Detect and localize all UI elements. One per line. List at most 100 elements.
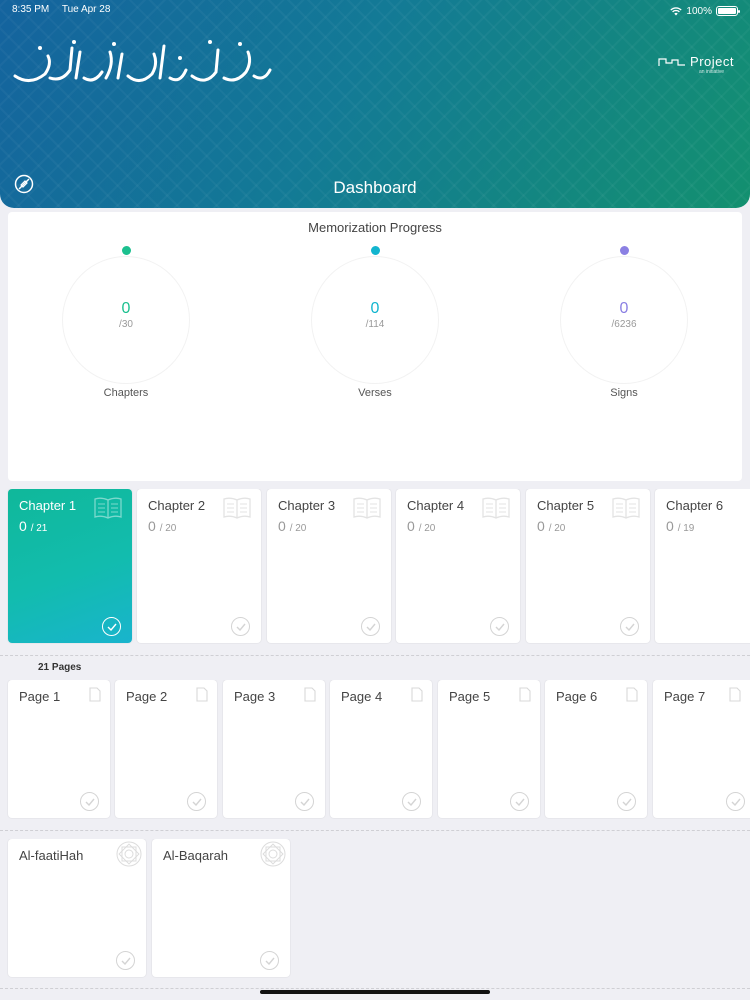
page-icon bbox=[519, 687, 531, 707]
surah-label: Al-Baqarah bbox=[163, 848, 229, 863]
status-bar: 8:35 PM Tue Apr 28 100% bbox=[12, 4, 740, 18]
verses-indicator-dot bbox=[371, 246, 380, 255]
open-book-icon bbox=[222, 496, 252, 525]
project-logo: Project an initiative bbox=[658, 54, 734, 75]
page-label: Page 1 bbox=[19, 689, 61, 704]
page-label: Page 2 bbox=[126, 689, 168, 704]
complete-check-icon[interactable] bbox=[231, 617, 250, 636]
page-label: Page 5 bbox=[449, 689, 491, 704]
status-date: Tue Apr 28 bbox=[61, 4, 111, 15]
page-card-3[interactable]: Page 3 bbox=[223, 680, 325, 818]
page-icon bbox=[89, 687, 101, 707]
dashboard-header: 8:35 PM Tue Apr 28 100% Project an initi… bbox=[0, 0, 750, 208]
chapter-card-1[interactable]: Chapter 1 0 / 21 bbox=[8, 489, 132, 643]
logo-mark-icon bbox=[658, 57, 686, 66]
chapter-label: Chapter 4 bbox=[407, 498, 465, 513]
progress-title: Memorization Progress bbox=[308, 220, 442, 235]
arabic-calligraphy-icon bbox=[13, 40, 272, 82]
status-time: 8:35 PM bbox=[12, 4, 50, 15]
logo-text: Project bbox=[690, 54, 734, 69]
complete-check-icon[interactable] bbox=[80, 792, 99, 811]
chapter-card-6[interactable]: Chapter 6 0 / 19 bbox=[655, 489, 750, 643]
open-book-icon bbox=[481, 496, 511, 525]
verses-count: 0 bbox=[370, 300, 380, 317]
signs-indicator-dot bbox=[620, 246, 629, 255]
page-title: Dashboard bbox=[333, 178, 417, 197]
battery-percent: 100% bbox=[686, 5, 712, 17]
page-icon bbox=[304, 687, 316, 707]
chapters-count: 0 bbox=[121, 300, 131, 317]
chapters-label: Chapters bbox=[103, 387, 149, 399]
ornament-icon bbox=[258, 839, 288, 874]
signs-label: Signs bbox=[610, 387, 638, 399]
page-card-1[interactable]: Page 1 bbox=[8, 680, 110, 818]
stat-verses: 0 /114 Verses bbox=[295, 242, 455, 402]
memorization-progress-panel: Memorization Progress 0 /30 Chapters 0 /… bbox=[8, 212, 742, 481]
page-card-5[interactable]: Page 5 bbox=[438, 680, 540, 818]
page-card-6[interactable]: Page 6 bbox=[545, 680, 647, 818]
chapter-card-3[interactable]: Chapter 3 0 / 20 bbox=[267, 489, 391, 643]
chapter-label: Chapter 2 bbox=[148, 498, 206, 513]
complete-check-icon[interactable] bbox=[510, 792, 529, 811]
complete-check-icon[interactable] bbox=[620, 617, 639, 636]
signs-count: 0 bbox=[619, 300, 629, 317]
section-divider bbox=[0, 988, 750, 989]
chapter-label: Chapter 5 bbox=[537, 498, 595, 513]
open-book-icon bbox=[352, 496, 382, 525]
ornament-icon bbox=[114, 839, 144, 874]
surahs-row: Al-faatiHah Al-Baqarah bbox=[0, 839, 750, 979]
page-card-2[interactable]: Page 2 bbox=[115, 680, 217, 818]
page-icon bbox=[411, 687, 423, 707]
chapter-card-5[interactable]: Chapter 5 0 / 20 bbox=[526, 489, 650, 643]
pages-row: Page 1 Page 2 Page 3 Page 4 Page 5 Page … bbox=[0, 680, 750, 820]
surah-label: Al-faatiHah bbox=[19, 848, 84, 863]
chapter-progress: 0 / 20 bbox=[278, 518, 307, 534]
complete-check-icon[interactable] bbox=[361, 617, 380, 636]
chapter-progress: 0 / 21 bbox=[19, 518, 48, 534]
chapters-total: /30 bbox=[119, 319, 133, 330]
chapters-indicator-dot bbox=[122, 246, 131, 255]
home-indicator[interactable] bbox=[260, 990, 490, 994]
stat-signs: 0 /6236 Signs bbox=[544, 242, 704, 402]
signs-total: /6236 bbox=[611, 319, 637, 330]
complete-check-icon[interactable] bbox=[402, 792, 421, 811]
stat-chapters: 0 /30 Chapters bbox=[46, 242, 206, 402]
chapter-progress: 0 / 19 bbox=[666, 518, 695, 534]
complete-check-icon[interactable] bbox=[116, 951, 135, 970]
complete-check-icon[interactable] bbox=[102, 617, 121, 636]
complete-check-icon[interactable] bbox=[617, 792, 636, 811]
chapter-card-2[interactable]: Chapter 2 0 / 20 bbox=[137, 489, 261, 643]
pages-heading: 21 Pages bbox=[38, 662, 82, 673]
page-card-4[interactable]: Page 4 bbox=[330, 680, 432, 818]
chapter-card-4[interactable]: Chapter 4 0 / 20 bbox=[396, 489, 520, 643]
wifi-icon bbox=[670, 6, 683, 15]
open-book-icon bbox=[611, 496, 641, 525]
page-icon bbox=[626, 687, 638, 707]
page-label: Page 6 bbox=[556, 689, 598, 704]
page-label: Page 3 bbox=[234, 689, 276, 704]
logo-tagline: an initiative bbox=[698, 69, 724, 75]
complete-check-icon[interactable] bbox=[295, 792, 314, 811]
page-card-7[interactable]: Page 7 bbox=[653, 680, 750, 818]
complete-check-icon[interactable] bbox=[490, 617, 509, 636]
chapter-progress: 0 / 20 bbox=[148, 518, 177, 534]
open-book-icon bbox=[93, 496, 123, 525]
complete-check-icon[interactable] bbox=[187, 792, 206, 811]
verses-total: /114 bbox=[365, 319, 385, 330]
complete-check-icon[interactable] bbox=[260, 951, 279, 970]
chapter-progress: 0 / 20 bbox=[407, 518, 436, 534]
chapter-label: Chapter 3 bbox=[278, 498, 336, 513]
battery-icon bbox=[716, 6, 740, 16]
section-divider bbox=[0, 655, 750, 656]
chapter-label: Chapter 1 bbox=[19, 498, 77, 513]
page-label: Page 4 bbox=[341, 689, 383, 704]
surah-card-al-faatihah[interactable]: Al-faatiHah bbox=[8, 839, 146, 977]
surah-card-al-baqarah[interactable]: Al-Baqarah bbox=[152, 839, 290, 977]
chapter-progress: 0 / 20 bbox=[537, 518, 566, 534]
page-icon bbox=[196, 687, 208, 707]
page-label: Page 7 bbox=[664, 689, 706, 704]
page-icon bbox=[729, 687, 741, 707]
complete-check-icon[interactable] bbox=[726, 792, 745, 811]
section-divider bbox=[0, 830, 750, 831]
chapters-row: Chapter 1 0 / 21 Chapter 2 0 / 20 Chapte… bbox=[0, 489, 750, 644]
